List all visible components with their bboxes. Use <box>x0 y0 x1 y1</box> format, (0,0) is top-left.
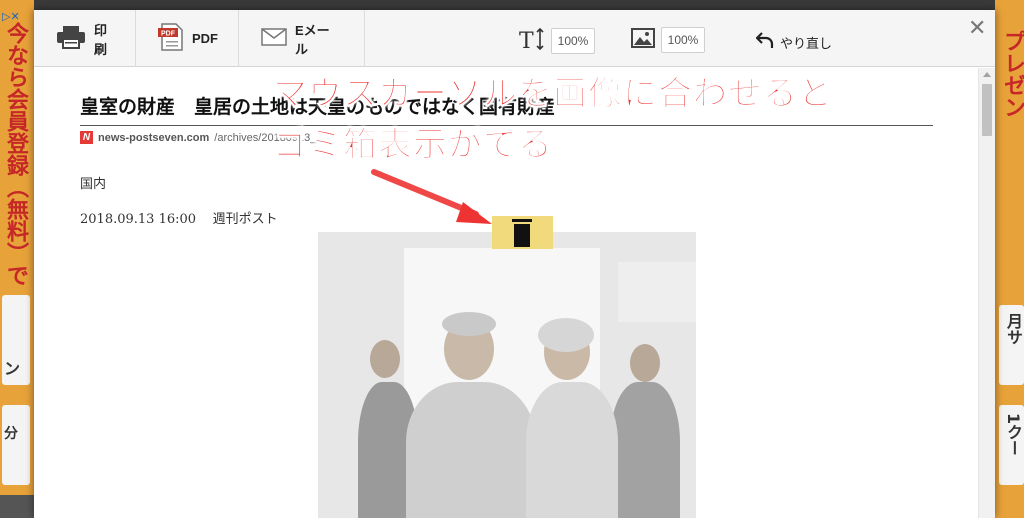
right-ad-card-2: 1クー <box>999 405 1024 485</box>
article-publisher: 週刊ポスト <box>212 212 278 227</box>
envelope-icon <box>261 27 287 50</box>
svg-text:T: T <box>519 29 534 51</box>
annotation-text-line-1: マウスカーソルを画像に合わせると <box>273 74 833 115</box>
svg-text:PDF: PDF <box>161 30 176 37</box>
pdf-button[interactable]: PDF PDF <box>136 10 239 67</box>
left-ad-bottom <box>0 495 34 518</box>
article-category[interactable]: 国内 <box>80 173 106 192</box>
close-icon[interactable]: ✕ <box>968 16 986 41</box>
vertical-scrollbar[interactable] <box>978 68 995 518</box>
right-ad-banner[interactable]: プレゼン 月サ 1クー <box>995 0 1024 518</box>
news-logo-icon: N <box>80 131 93 144</box>
pdf-icon: PDF <box>158 22 184 55</box>
scroll-thumb[interactable] <box>982 84 992 136</box>
article-meta: 2018.09.13 16:00 週刊ポスト <box>80 208 278 227</box>
trash-icon <box>512 219 532 247</box>
annotation-text-line-2: ゴミ箱表示がでる <box>273 125 553 166</box>
printer-icon <box>56 25 86 53</box>
annotation-arrow-icon <box>371 169 492 224</box>
article-photo[interactable] <box>318 232 696 518</box>
left-ad-card: ン <box>2 295 30 385</box>
text-size-control: T 100% <box>519 27 595 55</box>
image-size-control: 100% <box>631 27 705 53</box>
undo-icon <box>755 31 774 53</box>
scroll-up-arrow-icon[interactable] <box>983 72 991 77</box>
print-toolbar: 印刷 PDF PDF Eメール T 100% 100% やり直し ✕ <box>34 10 995 67</box>
left-ad-text: 今なら会員登録（無料）で <box>3 22 28 286</box>
undo-button[interactable]: やり直し <box>755 31 833 53</box>
print-button[interactable]: 印刷 <box>34 10 136 67</box>
text-size-icon[interactable]: T <box>519 27 545 55</box>
email-button[interactable]: Eメール <box>239 10 365 67</box>
article-date: 2018.09.13 16:00 <box>80 212 197 227</box>
right-ad-text: プレゼン <box>1000 30 1024 118</box>
email-label: Eメール <box>295 22 330 57</box>
left-ad-banner[interactable]: ▷✕ 今なら会員登録（無料）で ン 分 <box>0 0 34 518</box>
pdf-label: PDF <box>192 31 218 46</box>
text-size-input[interactable]: 100% <box>551 28 595 54</box>
image-size-input[interactable]: 100% <box>661 27 705 53</box>
source-domain: news-postseven.com <box>98 131 210 144</box>
delete-image-button[interactable] <box>492 216 553 249</box>
left-ad-card-2: 分 <box>2 405 30 485</box>
undo-label: やり直し <box>780 35 833 51</box>
print-label: 印刷 <box>94 22 108 57</box>
image-icon[interactable] <box>631 28 655 52</box>
right-ad-card: 月サ <box>999 305 1024 385</box>
